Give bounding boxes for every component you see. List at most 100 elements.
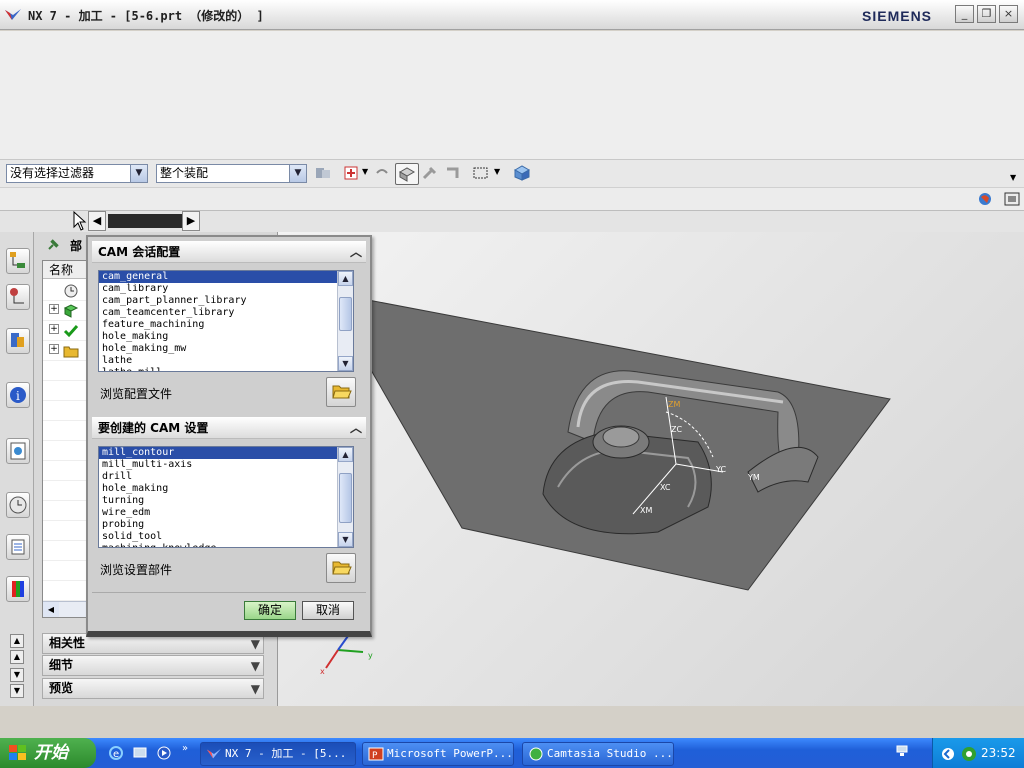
part-navigator-tab[interactable]	[6, 328, 30, 354]
restore-button[interactable]: ❐	[977, 5, 996, 23]
scroll-up-small-button[interactable]: ▲	[10, 650, 24, 664]
pin-icon[interactable]	[46, 238, 60, 252]
chevron-down-icon[interactable]: ▼	[494, 167, 500, 176]
ok-button[interactable]: 确定	[244, 601, 296, 620]
history-tab[interactable]	[6, 492, 30, 518]
scroll-down-small-button[interactable]: ▼	[10, 668, 24, 682]
3d-cube-icon[interactable]	[513, 165, 531, 181]
media-player-icon[interactable]	[156, 745, 172, 761]
scroll-left-button[interactable]: ◀	[43, 602, 59, 617]
select-feature-toggle[interactable]	[395, 163, 419, 185]
camtasia-recorder-icon[interactable]	[961, 746, 977, 762]
info-tab[interactable]: i	[6, 382, 30, 408]
chevron-down-icon[interactable]: ▼	[130, 165, 147, 182]
scroll-right-button[interactable]: ▶	[182, 211, 200, 231]
config-item[interactable]: cam_part_planner_library	[99, 295, 337, 307]
folder-icon	[63, 346, 79, 358]
setup-item[interactable]: mill_contour	[99, 447, 338, 460]
type-filter-dropdown[interactable]: 没有选择过滤器 ▼	[6, 164, 148, 183]
section-cam-session-config[interactable]: CAM 会话配置 ︿	[92, 241, 366, 263]
cam-session-config-list[interactable]: cam_general cam_library cam_part_planner_l…	[98, 270, 354, 372]
chevron-down-icon[interactable]: ▼	[1010, 173, 1016, 182]
cam-setup-list[interactable]: mill_contour mill_multi-axis drill hole_mak…	[98, 446, 354, 548]
part-model[interactable]: ZM ZC YC XC XM YM x y	[278, 232, 1024, 706]
nx-app-icon[interactable]	[4, 7, 22, 23]
fit-view-icon[interactable]	[1003, 191, 1021, 207]
setup-item[interactable]: drill	[99, 471, 337, 483]
general-selection-icon[interactable]	[314, 165, 332, 181]
config-item[interactable]: cam_teamcenter_library	[99, 307, 337, 319]
undo-arrow-icon[interactable]	[373, 165, 391, 181]
section-details[interactable]: 细节 ▼	[42, 655, 264, 676]
scroll-up-button[interactable]: ▲	[10, 634, 24, 648]
scroll-up-button[interactable]: ▲	[338, 447, 353, 462]
setup-item[interactable]: wire_edm	[99, 507, 337, 519]
vertical-scrollbar[interactable]: ▲ ▼	[337, 447, 353, 547]
setup-item[interactable]: machining_knowledge	[99, 543, 337, 547]
palette-tab[interactable]	[6, 576, 30, 602]
chevron-down-icon[interactable]: ▼	[251, 635, 260, 654]
expand-icon[interactable]: +	[49, 304, 59, 314]
constraint-navigator-tab[interactable]	[6, 284, 30, 310]
globe-icon[interactable]	[976, 191, 994, 207]
scroll-down-button[interactable]: ▼	[338, 356, 353, 371]
section-cam-setup[interactable]: 要创建的 CAM 设置 ︿	[92, 417, 366, 439]
config-item[interactable]: cam_general	[99, 271, 338, 284]
expand-icon[interactable]: +	[49, 344, 59, 354]
setup-item[interactable]: hole_making	[99, 483, 337, 495]
section-preview[interactable]: 预览 ▼	[42, 678, 264, 699]
selection-scope-dropdown[interactable]: 整个装配 ▼	[156, 164, 307, 183]
process-studio-tab[interactable]	[6, 534, 30, 560]
cancel-button[interactable]: 取消	[302, 601, 354, 620]
chevron-down-icon[interactable]: ▼	[289, 165, 306, 182]
setup-item[interactable]: mill_multi-axis	[99, 459, 337, 471]
tool-path-icon[interactable]	[444, 165, 462, 181]
scroll-left-button[interactable]: ◀	[88, 211, 106, 231]
config-item[interactable]: feature_machining	[99, 319, 337, 331]
tray-collapse-icon[interactable]	[941, 747, 955, 761]
config-item[interactable]: hole_making	[99, 331, 337, 343]
expand-icon[interactable]: +	[49, 324, 59, 334]
minimize-button[interactable]: _	[955, 5, 974, 23]
chevron-down-icon[interactable]: ▼	[251, 680, 260, 699]
config-item[interactable]: lathe_mill	[99, 367, 337, 371]
quick-launch-expand-icon[interactable]: »	[182, 743, 188, 754]
folder-open-icon	[332, 561, 352, 575]
model-cube-icon	[63, 304, 79, 318]
assembly-navigator-tab[interactable]	[6, 248, 30, 274]
snap-point-icon[interactable]	[343, 165, 361, 181]
scroll-thumb[interactable]	[339, 473, 352, 523]
chevron-down-icon[interactable]: ▼	[362, 167, 368, 176]
rectangle-select-icon[interactable]	[472, 165, 490, 181]
network-icon[interactable]	[896, 744, 908, 758]
wrench-icon[interactable]	[421, 165, 439, 181]
chevron-up-icon[interactable]: ︿	[350, 241, 362, 263]
setup-item[interactable]: turning	[99, 495, 337, 507]
browse-config-button[interactable]	[326, 377, 356, 407]
start-button[interactable]: 开始	[0, 738, 96, 768]
internet-explorer-icon[interactable]: e	[108, 745, 124, 761]
config-item[interactable]: hole_making_mw	[99, 343, 337, 355]
scroll-down-button[interactable]: ▼	[338, 532, 353, 547]
task-nx[interactable]: NX 7 - 加工 - [5...	[200, 742, 356, 766]
browse-config-label: 浏览配置文件	[100, 387, 173, 401]
vertical-scrollbar[interactable]: ▲ ▼	[337, 271, 353, 371]
chevron-down-icon[interactable]: ▼	[251, 657, 260, 676]
config-item[interactable]: lathe	[99, 355, 337, 367]
graphics-viewport[interactable]: ZM ZC YC XC XM YM x y	[278, 232, 1024, 706]
close-button[interactable]: ×	[999, 5, 1018, 23]
browse-setup-button[interactable]	[326, 553, 356, 583]
scroll-up-button[interactable]: ▲	[338, 271, 353, 286]
axis-label-zm: ZM	[668, 400, 680, 409]
web-browser-tab[interactable]	[6, 438, 30, 464]
show-desktop-icon[interactable]	[132, 745, 148, 761]
config-item[interactable]: cam_library	[99, 283, 337, 295]
scroll-thumb[interactable]	[108, 214, 182, 228]
setup-item[interactable]: solid_tool	[99, 531, 337, 543]
scroll-thumb[interactable]	[339, 297, 352, 331]
chevron-up-icon[interactable]: ︿	[350, 417, 362, 439]
setup-item[interactable]: probing	[99, 519, 337, 531]
task-powerpoint[interactable]: P Microsoft PowerP...	[362, 742, 514, 766]
task-camtasia[interactable]: Camtasia Studio ...	[522, 742, 674, 766]
scroll-down-button[interactable]: ▼	[10, 684, 24, 698]
